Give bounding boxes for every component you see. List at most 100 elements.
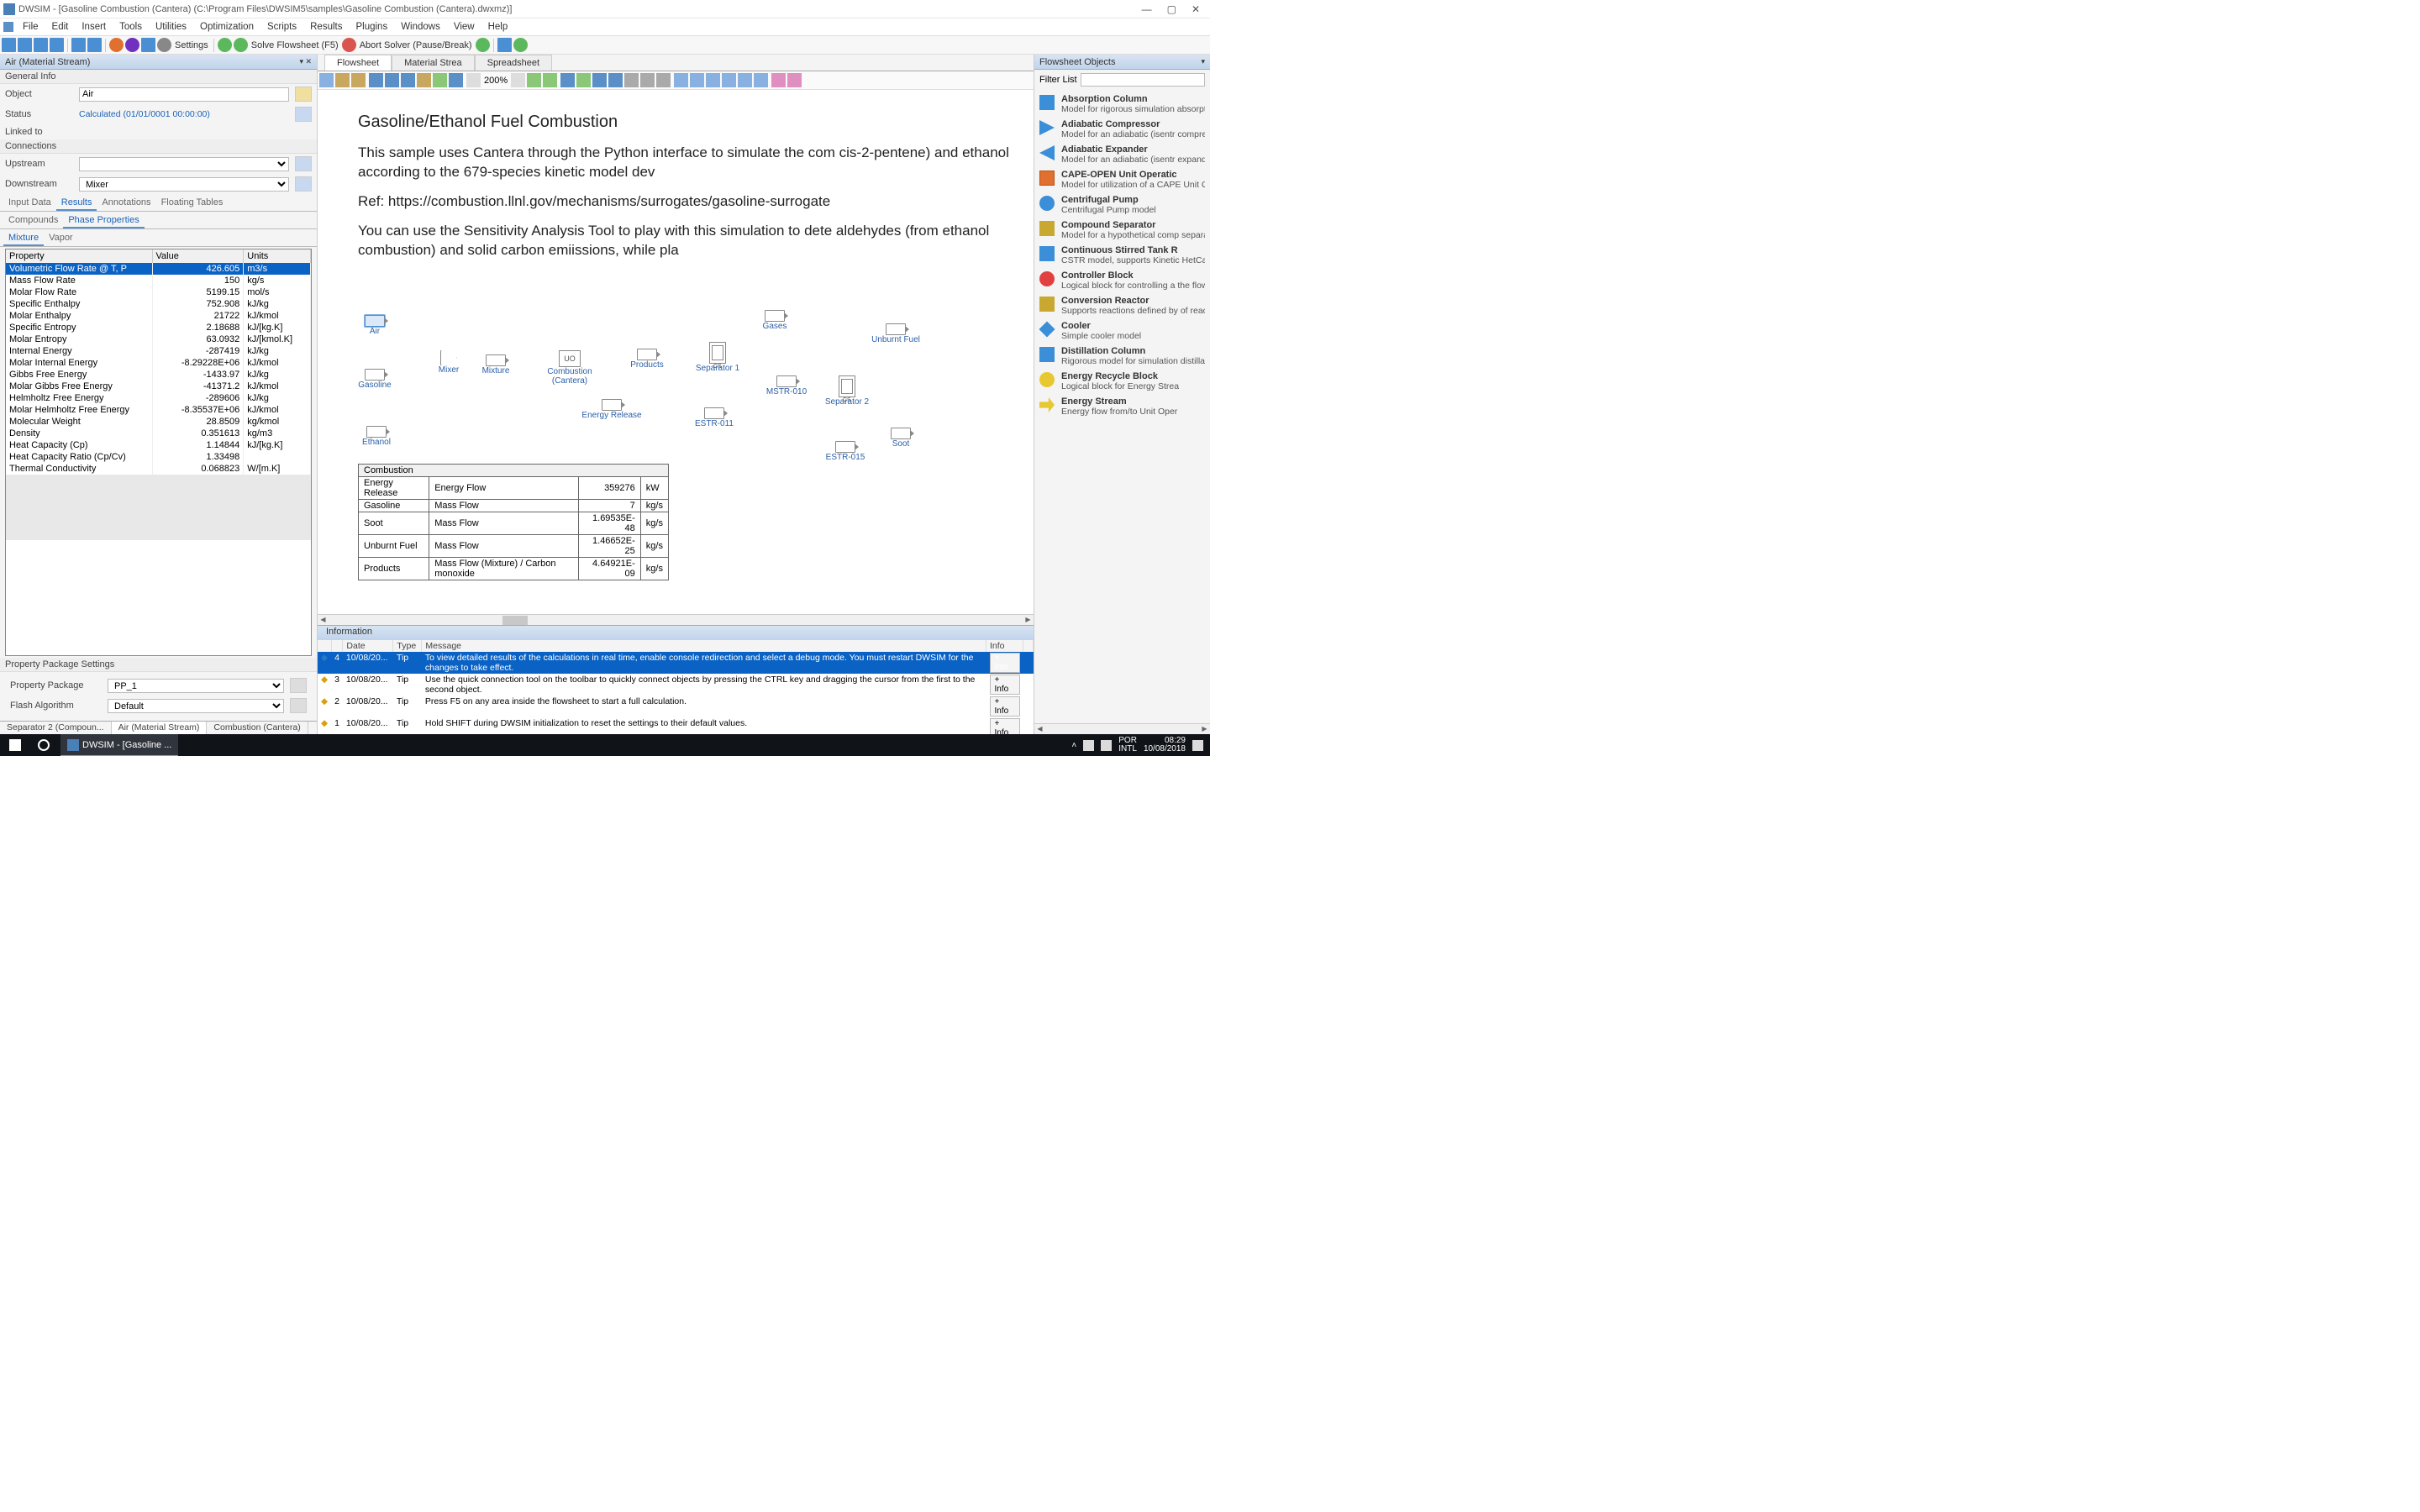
toolbar-mode-icon[interactable]	[476, 38, 490, 52]
property-row[interactable]: Gibbs Free Energy-1433.97kJ/kg	[6, 369, 311, 381]
object-list-item[interactable]: Continuous Stirred Tank RCSTR model, sup…	[1038, 243, 1207, 268]
object-list-item[interactable]: Adiabatic ExpanderModel for an adiabatic…	[1038, 142, 1207, 167]
info-row[interactable]: ◆410/08/20...TipTo view detailed results…	[318, 652, 1034, 674]
tab-annotations[interactable]: Annotations	[97, 196, 155, 211]
menu-results[interactable]: Results	[304, 20, 348, 34]
object-list-item[interactable]: Energy Recycle BlockLogical block for En…	[1038, 369, 1207, 394]
object-list-item[interactable]: Compound SeparatorModel for a hypothetic…	[1038, 218, 1207, 243]
menu-tools[interactable]: Tools	[113, 20, 148, 34]
toolbar-settings-label[interactable]: Settings	[173, 40, 210, 50]
toolbar-save-icon[interactable]	[34, 38, 48, 52]
information-table[interactable]: Date Type Message Info ◆410/08/20...TipT…	[318, 640, 1034, 734]
stream-gases[interactable]: Gases	[758, 310, 792, 331]
toolbar-stop-icon[interactable]	[342, 38, 356, 52]
property-row[interactable]: Molecular Weight28.8509kg/kmol	[6, 416, 311, 428]
tab-input-data[interactable]: Input Data	[3, 196, 56, 211]
menu-optimization[interactable]: Optimization	[194, 20, 260, 34]
property-row[interactable]: Internal Energy-287419kJ/kg	[6, 345, 311, 357]
object-list[interactable]: Absorption ColumnModel for rigorous simu…	[1034, 90, 1210, 723]
downstream-locate-button[interactable]	[295, 176, 312, 192]
fs-align5-icon[interactable]	[738, 73, 752, 87]
object-list-item[interactable]: Centrifugal PumpCentrifugal Pump model	[1038, 192, 1207, 218]
object-list-item[interactable]: CoolerSimple cooler model	[1038, 318, 1207, 344]
stream-products[interactable]: Products	[627, 349, 667, 370]
property-row[interactable]: Molar Gibbs Free Energy-41371.2kJ/kmol	[6, 381, 311, 392]
object-list-item[interactable]: Adiabatic CompressorModel for an adiabat…	[1038, 117, 1207, 142]
minimize-button[interactable]: —	[1142, 3, 1152, 15]
toolbar-open-icon[interactable]	[18, 38, 32, 52]
flash-select[interactable]: Default	[108, 699, 284, 713]
fs-align2-icon[interactable]	[690, 73, 704, 87]
toolbar-play2-icon[interactable]	[234, 38, 248, 52]
bottom-tab-1[interactable]: Air (Material Stream)	[112, 722, 208, 734]
taskbar-app-dwsim[interactable]: DWSIM - [Gasoline ...	[60, 734, 178, 756]
property-row[interactable]: Helmholtz Free Energy-289606kJ/kg	[6, 392, 311, 404]
tab-phase-properties[interactable]: Phase Properties	[63, 213, 144, 228]
property-row[interactable]: Molar Enthalpy21722kJ/kmol	[6, 310, 311, 322]
menu-windows[interactable]: Windows	[395, 20, 446, 34]
property-row[interactable]: Molar Flow Rate5199.15mol/s	[6, 286, 311, 298]
cortana-button[interactable]	[30, 739, 57, 751]
tab-mixture[interactable]: Mixture	[3, 231, 44, 246]
unit-separator-2[interactable]: Separator 2	[822, 375, 872, 407]
fs-chart-icon[interactable]	[449, 73, 463, 87]
menu-edit[interactable]: Edit	[46, 20, 75, 34]
stream-energy-release[interactable]: Energy Release	[578, 399, 645, 420]
filter-input[interactable]	[1081, 73, 1205, 87]
property-row[interactable]: Molar Helmholtz Free Energy-8.35537E+06k…	[6, 404, 311, 416]
fs-fit-icon[interactable]	[527, 73, 541, 87]
fs-center-icon[interactable]	[543, 73, 557, 87]
toolbar-redo-icon[interactable]	[87, 38, 102, 52]
toolbar-undo-icon[interactable]	[71, 38, 86, 52]
tray-chevron-up-icon[interactable]: ˄	[1071, 741, 1076, 750]
object-list-item[interactable]: CAPE-OPEN Unit OperaticModel for utiliza…	[1038, 167, 1207, 192]
fs-zoom-out-icon[interactable]	[466, 73, 481, 87]
fs-align1-icon[interactable]	[674, 73, 688, 87]
menu-view[interactable]: View	[448, 20, 481, 34]
tray-date[interactable]: 10/08/2018	[1144, 745, 1186, 754]
property-row[interactable]: Heat Capacity Ratio (Cp/Cv)1.33498	[6, 451, 311, 463]
fs-t4-icon[interactable]	[608, 73, 623, 87]
fs-align4-icon[interactable]	[722, 73, 736, 87]
property-row[interactable]: Volumetric Flow Rate @ T, P426.605m3/s	[6, 263, 311, 275]
bottom-tab-2[interactable]: Combustion (Cantera)	[207, 722, 308, 734]
panel-pin-icon[interactable]: ▾ ✕	[299, 57, 312, 66]
property-row[interactable]: Mass Flow Rate150kg/s	[6, 275, 311, 286]
status-side-button[interactable]	[295, 107, 312, 122]
toolbar-solve-label[interactable]: Solve Flowsheet (F5)	[250, 40, 340, 50]
object-list-item[interactable]: Absorption ColumnModel for rigorous simu…	[1038, 92, 1207, 117]
tray-notifications-icon[interactable]	[1192, 740, 1203, 751]
fs-text-icon[interactable]	[417, 73, 431, 87]
stream-gasoline[interactable]: Gasoline	[355, 369, 395, 390]
fs-export-icon[interactable]	[656, 73, 671, 87]
close-button[interactable]: ✕	[1192, 3, 1200, 15]
unit-mixer[interactable]: Mixer	[434, 350, 464, 375]
fs-align3-icon[interactable]	[706, 73, 720, 87]
fs-t2-icon[interactable]	[576, 73, 591, 87]
stream-mstr-010[interactable]: MSTR-010	[763, 375, 810, 396]
property-row[interactable]: Molar Internal Energy-8.29228E+06kJ/kmol	[6, 357, 311, 369]
stream-estr-011[interactable]: ESTR-011	[691, 407, 738, 428]
tray-volume-icon[interactable]	[1101, 740, 1112, 751]
bottom-tab-0[interactable]: Separator 2 (Compoun...	[0, 722, 112, 734]
fs-align6-icon[interactable]	[754, 73, 768, 87]
object-list-item[interactable]: Distillation ColumnRigorous model for si…	[1038, 344, 1207, 369]
tab-material-streams[interactable]: Material Strea	[392, 55, 474, 71]
property-row[interactable]: Molar Entropy63.0932kJ/[kmol.K]	[6, 333, 311, 345]
fs-p2-icon[interactable]	[787, 73, 802, 87]
start-button[interactable]	[0, 734, 30, 756]
tab-results[interactable]: Results	[56, 196, 97, 211]
toolbar-saveall-icon[interactable]	[50, 38, 64, 52]
fs-t1-icon[interactable]	[560, 73, 575, 87]
stream-soot[interactable]: Soot	[884, 428, 918, 449]
tab-flowsheet[interactable]: Flowsheet	[324, 55, 392, 71]
menu-plugins[interactable]: Plugins	[350, 20, 393, 34]
fs-grid-icon[interactable]	[369, 73, 383, 87]
stream-estr-015[interactable]: ESTR-015	[822, 441, 869, 462]
toolbar-component-icon[interactable]	[109, 38, 124, 52]
fs-table-icon[interactable]	[433, 73, 447, 87]
fs-t3-icon[interactable]	[592, 73, 607, 87]
fs-zoom-in-icon[interactable]	[511, 73, 525, 87]
downstream-select[interactable]: Mixer	[79, 177, 289, 192]
stream-unburnt-fuel[interactable]: Unburnt Fuel	[867, 323, 924, 344]
